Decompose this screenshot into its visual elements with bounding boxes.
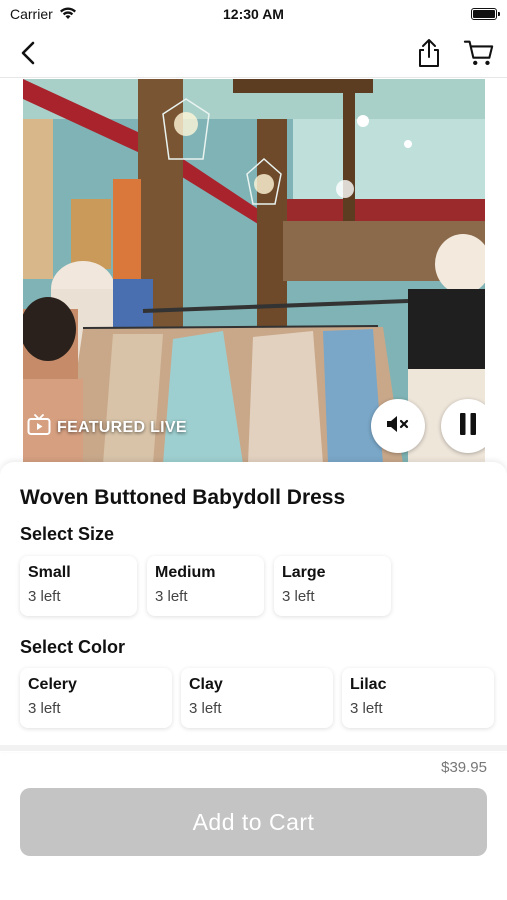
color-option-celery[interactable]: Celery 3 left [20,668,172,728]
color-option-name: Clay [189,676,223,693]
status-left: Carrier [10,6,77,23]
color-option-stock: 3 left [189,700,222,717]
color-option-clay[interactable]: Clay 3 left [181,668,333,728]
cart-icon[interactable] [463,37,495,69]
tv-play-icon [27,414,51,441]
carrier-label: Carrier [10,6,53,22]
size-option-name: Medium [155,564,216,581]
color-option-stock: 3 left [28,700,61,717]
color-option-name: Lilac [350,676,387,693]
status-bar: Carrier 12:30 AM [0,0,507,28]
select-color-label: Select Color [20,637,126,657]
product-panel: Woven Buttoned Babydoll Dress Select Siz… [0,462,507,752]
nav-bar [0,28,507,78]
product-price: $39.95 [441,759,487,776]
size-option-name: Large [282,564,326,581]
pause-icon [457,411,479,442]
battery-icon [471,8,500,20]
live-video[interactable]: FEATURED LIVE [23,79,485,464]
size-option-stock: 3 left [155,588,188,605]
size-option-large[interactable]: Large 3 left [274,556,391,616]
back-chevron-icon[interactable] [12,37,44,69]
product-title: Woven Buttoned Babydoll Dress [20,486,346,509]
wifi-icon [59,6,77,23]
color-option-stock: 3 left [350,700,383,717]
mute-button[interactable] [371,399,425,453]
featured-live-badge: FEATURED LIVE [27,414,187,441]
share-icon[interactable] [413,37,445,69]
select-size-label: Select Size [20,524,115,544]
section-divider [0,745,507,751]
add-to-cart-button[interactable]: Add to Cart [20,788,487,856]
color-option-name: Celery [28,676,77,693]
color-option-lilac[interactable]: Lilac 3 left [342,668,494,728]
size-option-name: Small [28,564,71,581]
mute-icon [385,413,411,440]
size-option-medium[interactable]: Medium 3 left [147,556,264,616]
size-option-stock: 3 left [28,588,61,605]
nav-actions [413,37,495,69]
size-option-small[interactable]: Small 3 left [20,556,137,616]
size-option-stock: 3 left [282,588,315,605]
featured-live-label: FEATURED LIVE [57,418,187,436]
